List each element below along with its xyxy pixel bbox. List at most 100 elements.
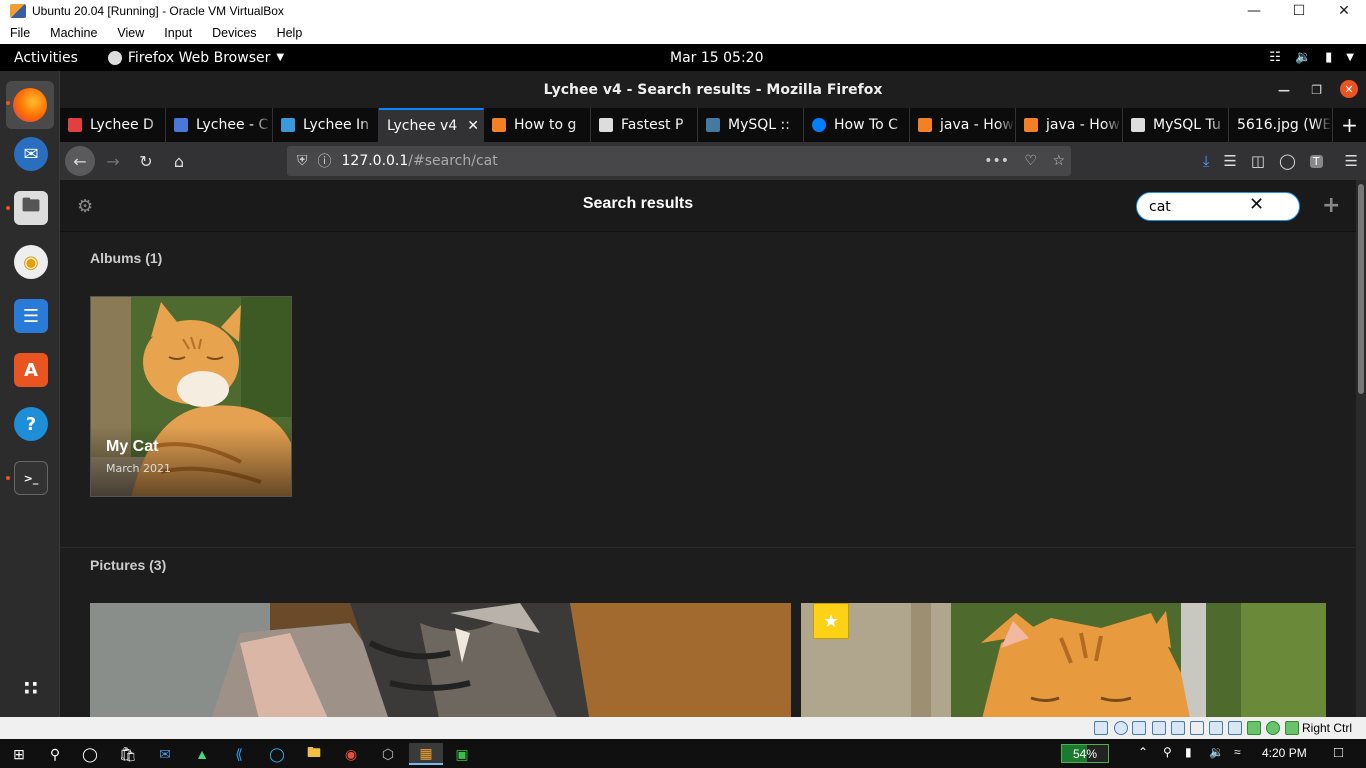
activities-button[interactable]: Activities: [14, 50, 78, 66]
show-applications-icon[interactable]: ∷: [14, 671, 48, 705]
keyboard-icon[interactable]: [1285, 721, 1299, 735]
forward-button[interactable]: →: [98, 146, 128, 176]
library-icon[interactable]: ☰: [1223, 152, 1236, 170]
people-icon[interactable]: ⚲: [1163, 745, 1172, 759]
downloads-icon[interactable]: ⤓: [1203, 152, 1210, 170]
speaker-icon[interactable]: 🔉: [1209, 745, 1224, 759]
libreoffice-writer-icon[interactable]: ☰: [14, 299, 48, 333]
maximize-button[interactable]: ☐: [1276, 0, 1322, 22]
power-icon[interactable]: ▮: [1185, 745, 1192, 759]
tab-5616-jpg[interactable]: 5616.jpg (WE: [1229, 108, 1333, 142]
edge-icon[interactable]: ◯: [266, 743, 288, 765]
tab-mysql-tu[interactable]: MySQL Tu: [1123, 108, 1229, 142]
software-center-icon[interactable]: A: [14, 353, 48, 387]
tab-lychee-d[interactable]: Lychee D: [60, 108, 166, 142]
optical-drive-icon[interactable]: [1114, 721, 1128, 735]
wifi-icon[interactable]: ≈: [1234, 745, 1241, 759]
minimize-button[interactable]: —: [1231, 0, 1277, 22]
page-scrollbar[interactable]: [1356, 180, 1366, 717]
starred-badge-icon[interactable]: ★: [813, 603, 849, 639]
tab-how-to-c[interactable]: How To C: [804, 108, 910, 142]
menu-machine[interactable]: Machine: [40, 26, 107, 40]
photo-tabby-cat[interactable]: [90, 603, 791, 717]
url-bar[interactable]: ⛨ ⓘ 127.0.0.1/#search/cat ••• ♡ ☆: [287, 146, 1071, 176]
account-icon[interactable]: ◯: [1279, 152, 1296, 170]
tab-lychee-c[interactable]: Lychee - C: [166, 108, 273, 142]
tab-lychee-in[interactable]: Lychee In: [273, 108, 379, 142]
firefox-dock-icon[interactable]: [6, 81, 54, 129]
cube-app-icon[interactable]: ⬡: [377, 743, 399, 765]
tab-fastest-p[interactable]: Fastest P: [591, 108, 698, 142]
stackoverflow-icon: [1024, 118, 1038, 132]
app-menu[interactable]: Firefox Web Browser ▼: [107, 50, 284, 66]
help-icon[interactable]: ?: [14, 407, 48, 441]
scrollbar-thumb[interactable]: [1358, 184, 1364, 394]
store-icon[interactable]: 🛍: [117, 743, 139, 765]
album-thumb[interactable]: My Cat March 2021: [90, 296, 292, 497]
menu-file[interactable]: File: [0, 26, 40, 40]
sidebar-icon[interactable]: ◫: [1251, 152, 1265, 170]
tab-java-how-2[interactable]: java - How: [1016, 108, 1123, 142]
action-center-icon[interactable]: □: [1334, 744, 1343, 761]
info-icon[interactable]: ⓘ: [318, 151, 332, 171]
close-button[interactable]: ✕: [1321, 0, 1366, 22]
tab-java-how-1[interactable]: java - How: [910, 108, 1016, 142]
close-tab-icon[interactable]: ✕: [467, 118, 479, 134]
new-tab-button[interactable]: +: [1333, 108, 1366, 142]
thunderbird-icon[interactable]: ✉: [14, 137, 48, 171]
cortana-icon[interactable]: ◯: [79, 743, 101, 765]
line-app-icon[interactable]: ▣: [451, 743, 473, 765]
network-adapter-icon[interactable]: [1152, 721, 1166, 735]
display-icon[interactable]: [1209, 721, 1223, 735]
tab-mysql[interactable]: MySQL ::: [698, 108, 804, 142]
mouse-integration-icon[interactable]: [1266, 721, 1280, 735]
menu-devices[interactable]: Devices: [202, 26, 266, 40]
page-actions-icon[interactable]: •••: [984, 153, 1009, 169]
hard-disk-icon[interactable]: [1094, 721, 1108, 735]
search-icon[interactable]: ⚲: [44, 743, 66, 765]
vscode-icon[interactable]: ⟪: [228, 743, 250, 765]
menu-input[interactable]: Input: [154, 26, 202, 40]
usb-icon[interactable]: [1171, 721, 1185, 735]
hamburger-menu-icon[interactable]: ☰: [1345, 152, 1358, 170]
video-capture-icon[interactable]: [1228, 721, 1242, 735]
bookmark-star-icon[interactable]: ☆: [1052, 153, 1065, 169]
system-tray[interactable]: ☷ 🔉 ▮ ▼: [1269, 50, 1354, 65]
clock[interactable]: Mar 15 05:20: [670, 50, 763, 66]
tab-label: MySQL ::: [728, 117, 790, 133]
rhythmbox-icon[interactable]: ◉: [14, 245, 48, 279]
close-window-icon[interactable]: ✕: [1340, 80, 1358, 98]
pocket-icon[interactable]: ♡: [1024, 153, 1037, 169]
home-button[interactable]: ⌂: [164, 146, 194, 176]
battery-indicator[interactable]: 54%: [1061, 744, 1109, 763]
extension-icon[interactable]: T: [1309, 154, 1323, 168]
audio-icon[interactable]: [1132, 721, 1146, 735]
cpu-icon[interactable]: [1247, 721, 1261, 735]
clear-search-icon[interactable]: ✕: [1249, 194, 1264, 215]
search-input[interactable]: cat: [1136, 192, 1300, 221]
virtualbox-taskbar-icon[interactable]: ▦: [409, 743, 443, 765]
tab-lychee-v4-active[interactable]: Lychee v4 ✕: [379, 108, 484, 142]
mail-icon[interactable]: ✉: [154, 743, 176, 765]
android-studio-icon[interactable]: ▲: [191, 743, 213, 765]
menu-view[interactable]: View: [107, 26, 154, 40]
minimize-icon[interactable]: —: [1278, 83, 1290, 97]
star-glyph: ★: [822, 610, 840, 632]
menu-help[interactable]: Help: [267, 26, 313, 40]
files-icon[interactable]: 🖿: [14, 191, 48, 225]
chrome-icon[interactable]: ◉: [340, 743, 362, 765]
reload-button[interactable]: ↻: [131, 146, 161, 176]
terminal-icon[interactable]: >_: [14, 461, 48, 495]
tab-how-to-g[interactable]: How to g: [484, 108, 591, 142]
taskbar-time[interactable]: 4:20 PM: [1262, 746, 1307, 760]
restore-icon[interactable]: ❐: [1311, 83, 1322, 97]
file-explorer-icon[interactable]: 🖿: [303, 743, 325, 765]
shield-icon[interactable]: ⛨: [297, 153, 308, 169]
windows-start-icon[interactable]: ⊞: [8, 743, 30, 765]
back-button[interactable]: ←: [65, 146, 95, 176]
shared-folders-icon[interactable]: [1190, 721, 1204, 735]
add-icon[interactable]: +: [1322, 193, 1340, 218]
photo-orange-cat[interactable]: [801, 603, 1326, 717]
favicon-icon: [174, 118, 188, 132]
tray-chevron-up-icon[interactable]: ⌃: [1138, 745, 1148, 759]
